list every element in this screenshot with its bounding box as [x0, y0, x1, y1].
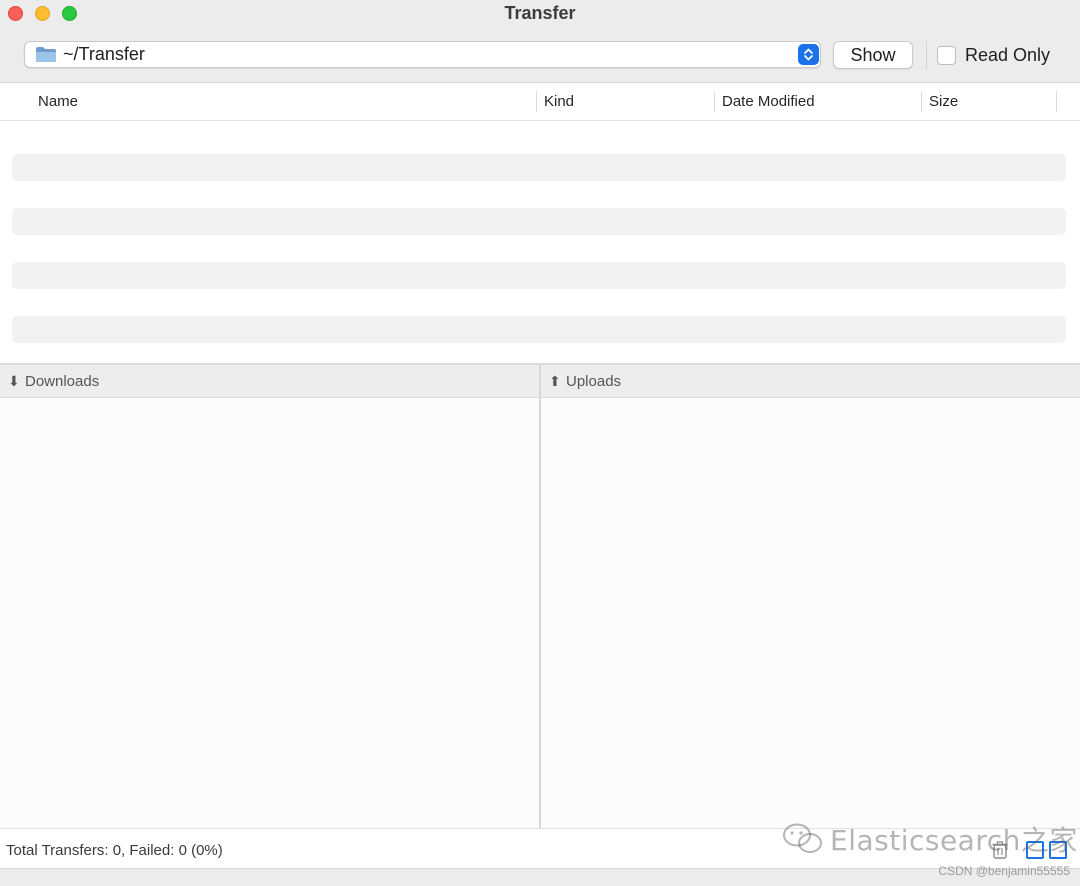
title-bar: Transfer ~/Transfer Show Read Only	[0, 0, 1080, 83]
file-list[interactable]	[0, 121, 1080, 364]
transfer-summary: Total Transfers: 0, Failed: 0 (0%)	[6, 842, 223, 859]
empty-row-stripe	[12, 262, 1066, 289]
column-header-date-modified[interactable]: Date Modified	[722, 93, 815, 110]
empty-row-stripe	[12, 154, 1066, 181]
wechat-logo-icon	[783, 823, 822, 853]
column-divider[interactable]	[536, 91, 537, 112]
arrow-down-icon: ⬇	[8, 373, 20, 389]
path-popup-button[interactable]: ~/Transfer	[24, 41, 821, 68]
watermark-text: Elasticsearch之家	[830, 824, 1078, 857]
empty-row-stripe	[12, 316, 1066, 343]
empty-row-stripe	[12, 208, 1066, 235]
transfer-window: Transfer ~/Transfer Show Read Only Name …	[0, 0, 1080, 886]
path-value: ~/Transfer	[63, 44, 145, 64]
uploads-pane-header: ⬆ Uploads	[541, 365, 1080, 398]
pane-divider[interactable]	[539, 365, 541, 828]
column-header-size[interactable]: Size	[929, 93, 958, 110]
downloads-label: Downloads	[25, 373, 100, 390]
file-table-header: Name Kind Date Modified Size	[0, 83, 1080, 121]
uploads-label: Uploads	[566, 373, 622, 390]
column-divider[interactable]	[714, 91, 715, 112]
toolbar-divider	[926, 41, 927, 69]
uploads-list[interactable]	[541, 398, 1080, 828]
window-title: Transfer	[504, 3, 576, 23]
folder-icon	[36, 47, 56, 62]
csdn-credit: CSDN @benjamin55555	[938, 864, 1070, 878]
downloads-list[interactable]	[0, 398, 539, 828]
downloads-pane-header: ⬇ Downloads	[0, 365, 539, 398]
column-divider[interactable]	[1056, 91, 1057, 112]
chevron-updown-icon[interactable]	[798, 44, 819, 65]
column-header-kind[interactable]: Kind	[544, 93, 574, 110]
column-header-name[interactable]: Name	[38, 93, 78, 110]
arrow-up-icon: ⬆	[549, 373, 561, 389]
read-only-checkbox[interactable]	[937, 46, 956, 65]
show-button[interactable]: Show	[833, 41, 913, 69]
column-divider[interactable]	[921, 91, 922, 112]
read-only-label[interactable]: Read Only	[965, 45, 1050, 66]
window-bottom-edge	[0, 868, 1080, 886]
